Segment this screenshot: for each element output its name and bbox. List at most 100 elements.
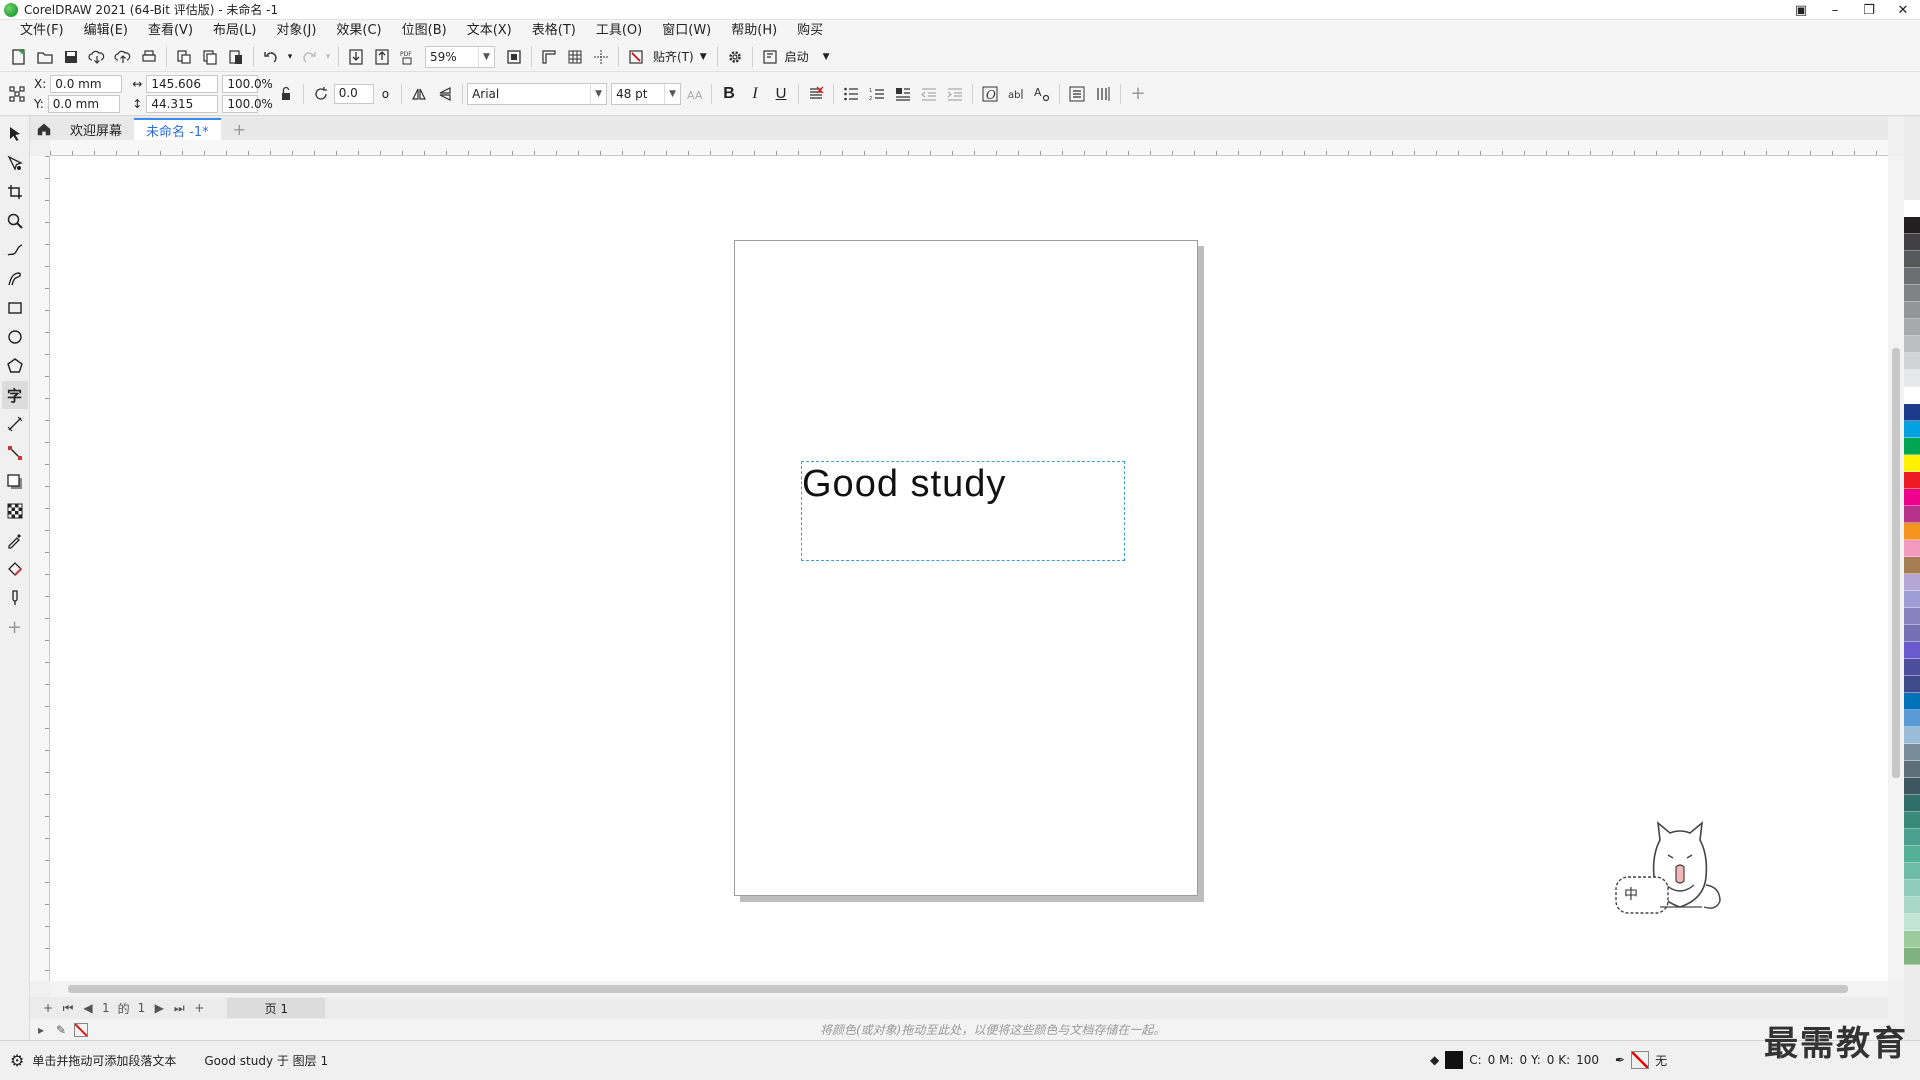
smart-fill-tool-icon[interactable] [2,584,28,612]
palette-swatch[interactable] [1904,710,1920,727]
palette-swatch[interactable] [1904,574,1920,591]
palette-swatch[interactable] [1904,591,1920,608]
edit-text-icon[interactable]: ab [1003,82,1029,106]
palette-swatch[interactable] [1904,285,1920,302]
artistic-media-tool-icon[interactable] [2,265,28,293]
scale-font-icon[interactable]: AA [681,82,707,106]
color-palette[interactable] [1904,200,1920,1020]
launcher-icon[interactable] [757,45,783,69]
undo-icon[interactable] [258,45,284,69]
vertical-text-icon[interactable] [1090,82,1116,106]
previous-page-icon[interactable]: ◀ [78,1001,98,1015]
print-icon[interactable] [136,45,162,69]
palette-swatch[interactable] [1904,217,1920,234]
text-properties-icon[interactable]: O [977,82,1003,106]
restore-button[interactable]: ❐ [1852,0,1886,20]
font-list-combo[interactable]: Arial ▼ [467,82,608,105]
mirror-horizontal-icon[interactable] [406,82,432,106]
text-object[interactable]: Good study [802,462,1006,506]
chevron-down-icon[interactable]: ▼ [478,46,494,67]
snap-off-icon[interactable] [623,45,649,69]
tab-untitled-1[interactable]: 未命名 -1* [134,118,221,140]
palette-swatch[interactable] [1904,421,1920,438]
palette-swatch[interactable] [1904,948,1920,965]
menu-layout[interactable]: 布局(L) [203,20,266,42]
home-icon[interactable] [30,118,58,140]
redo-dropdown-icon[interactable]: ▾ [322,45,334,69]
bullet-list-icon[interactable] [838,82,864,106]
palette-swatch[interactable] [1904,404,1920,421]
underline-button[interactable]: U [768,82,794,106]
horizontal-scrollbar[interactable] [50,981,1888,997]
palette-swatch[interactable] [1904,863,1920,880]
rotation-angle-field[interactable]: 0.0 [333,83,374,104]
menu-window[interactable]: 窗口(W) [652,20,721,42]
connector-tool-icon[interactable] [2,439,28,467]
add-page-before-button[interactable]: + [38,1001,58,1015]
palette-swatch[interactable] [1904,693,1920,710]
palette-swatch[interactable] [1904,438,1920,455]
add-page-after-button[interactable]: + [189,1001,209,1015]
horizontal-ruler[interactable] [50,140,1888,156]
vertical-ruler[interactable] [30,156,50,981]
palette-swatch[interactable] [1904,608,1920,625]
outline-color-swatch[interactable] [1631,1051,1650,1069]
menu-edit[interactable]: 编辑(E) [74,20,138,42]
close-button[interactable]: ✕ [1886,0,1920,20]
palette-swatch[interactable] [1904,523,1920,540]
page-tab-1[interactable]: 页 1 [227,998,326,1018]
menu-tools[interactable]: 工具(O) [586,20,652,42]
transparency-tool-icon[interactable] [2,497,28,525]
font-size-combo[interactable]: 48 pt ▼ [611,82,682,105]
show-rulers-icon[interactable] [536,45,562,69]
text-tool-icon[interactable]: 字 [1,381,28,409]
cut-icon[interactable] [171,45,197,69]
palette-swatch[interactable] [1904,795,1920,812]
palette-swatch[interactable] [1904,557,1920,574]
drop-cap-icon[interactable] [890,82,916,106]
show-guidelines-icon[interactable] [588,45,614,69]
palette-swatch[interactable] [1904,234,1920,251]
snap-to-dropdown[interactable]: 贴齐(T) [653,48,694,65]
menu-help[interactable]: 帮助(H) [721,20,787,42]
paste-icon[interactable] [223,45,249,69]
palette-swatch[interactable] [1904,625,1920,642]
drop-shadow-tool-icon[interactable] [2,468,28,496]
numbered-list-icon[interactable]: 12 [864,82,890,106]
first-page-icon[interactable]: ⏮ [58,1001,78,1016]
width-field[interactable]: 145.606 mm [146,74,219,107]
menu-file[interactable]: 文件(F) [10,20,74,42]
menu-object[interactable]: 对象(J) [266,20,326,42]
chevron-down-icon[interactable]: ▼ [823,52,830,62]
menu-text[interactable]: 文本(X) [457,20,522,42]
undo-dropdown-icon[interactable]: ▾ [284,45,296,69]
copy-icon[interactable] [197,45,223,69]
vertical-scrollbar[interactable] [1888,156,1904,981]
object-origin-icon[interactable] [4,82,30,106]
palette-swatch[interactable] [1904,251,1920,268]
bold-button[interactable]: B [716,82,742,106]
zoom-tool-icon[interactable] [2,207,28,235]
insert-character-icon[interactable]: A [1029,82,1055,106]
add-plus-icon[interactable]: + [1125,82,1151,106]
palette-swatch[interactable] [1904,897,1920,914]
eyedropper-tool-icon[interactable] [2,526,28,554]
add-tool-plus-icon[interactable]: + [2,613,28,641]
palette-swatch[interactable] [1904,268,1920,285]
launch-dropdown[interactable]: 启动 [785,48,809,65]
menu-view[interactable]: 查看(V) [138,20,203,42]
palette-swatch[interactable] [1904,744,1920,761]
palette-swatch[interactable] [1904,200,1920,217]
horizontal-scroll-thumb[interactable] [68,985,1848,993]
ellipse-tool-icon[interactable] [2,323,28,351]
lock-ratio-icon[interactable] [273,82,299,106]
palette-swatch[interactable] [1904,540,1920,557]
chevron-down-icon[interactable]: ▼ [590,83,606,104]
palette-swatch[interactable] [1904,812,1920,829]
minimize-button[interactable]: – [1818,0,1852,20]
chevron-down-icon[interactable]: ▼ [664,83,680,104]
profile-icon[interactable]: ▣ [1784,0,1818,20]
menu-effects[interactable]: 效果(C) [326,20,391,42]
next-page-icon[interactable]: ▶ [149,1001,169,1015]
palette-swatch[interactable] [1904,676,1920,693]
